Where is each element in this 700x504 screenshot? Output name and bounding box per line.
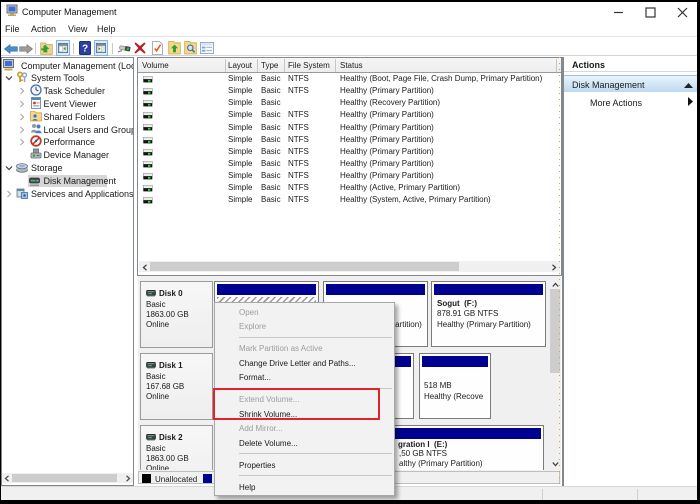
svg-text:?: ?	[82, 44, 88, 55]
